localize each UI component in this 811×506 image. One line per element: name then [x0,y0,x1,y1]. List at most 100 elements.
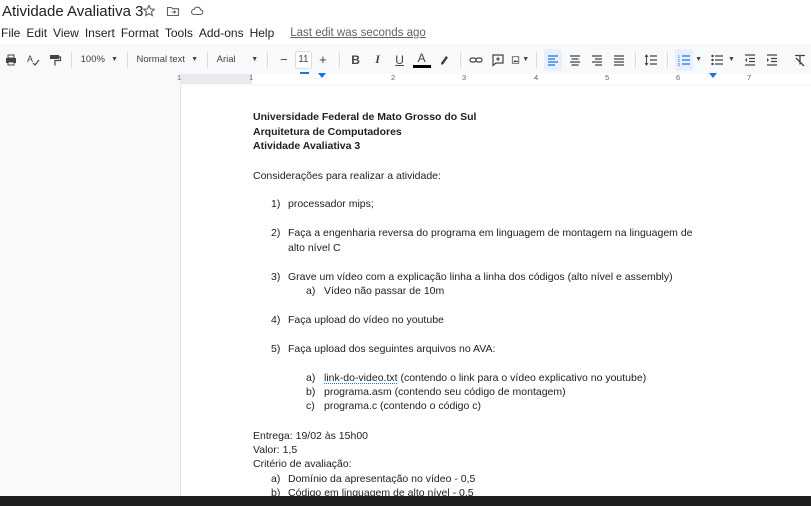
decrease-indent-icon[interactable] [741,49,759,71]
intro-text: Considerações para realizar a atividade: [253,170,441,182]
toolbar-divider [667,51,669,68]
title-icons [142,4,204,18]
underline-button[interactable]: U [391,49,409,71]
comment-icon[interactable] [489,49,507,71]
ruler-left-margin [180,74,252,84]
criteria-title: Critério de avaliação: [253,458,352,470]
document-canvas[interactable]: Universidade Federal de Mato Grosso do S… [0,86,811,496]
title-bar: Atividade Avaliativa 3 [0,0,811,22]
sublist-item-text: (contendo o link para o vídeo explicativ… [397,372,647,384]
toolbar-divider [338,51,340,68]
star-icon[interactable] [142,4,156,18]
ruler-number: 6 [676,73,681,82]
value-text: Valor: 1,5 [253,444,298,456]
criteria-letter: a) [271,473,281,485]
menu-addons[interactable]: Add-ons [199,26,250,40]
style-value: Normal text [136,54,186,65]
move-folder-icon[interactable] [166,4,180,18]
spellcheck-icon[interactable]: A [24,49,42,71]
list-item: Faça upload do vídeo no youtube [288,314,444,326]
sublist-letter: a) [306,372,316,384]
menu-file[interactable]: File [0,26,26,40]
chevron-down-icon[interactable]: ▼ [695,56,702,63]
increase-font-size-button[interactable]: + [314,49,332,71]
left-indent-marker[interactable] [318,73,326,78]
image-icon[interactable]: ▼ [511,49,529,71]
justify-button[interactable] [610,49,628,71]
sublist-item: link-do-video.txt (contendo o link para … [324,372,646,384]
chevron-down-icon: ▼ [251,56,259,63]
menu-format[interactable]: Format [121,26,165,40]
file-link[interactable]: link-do-video.txt [324,372,398,384]
toolbar-divider [126,51,128,68]
decrease-font-size-button[interactable]: − [275,49,293,71]
right-indent-marker[interactable] [709,73,717,78]
docs-window: Atividade Avaliativa 3 File Edit View In… [0,0,811,506]
style-select[interactable]: Normal text ▼ [133,49,203,71]
list-number: 5) [271,343,281,355]
list-number: 1) [271,198,281,210]
menu-edit[interactable]: Edit [26,26,53,40]
link-icon[interactable] [467,49,485,71]
svg-text:A: A [27,54,33,64]
text-color-button[interactable]: A [412,51,431,68]
chevron-down-icon: ▼ [110,56,118,63]
highlight-icon[interactable] [435,49,453,71]
menu-help[interactable]: Help [250,26,281,40]
header-course: Arquitetura de Computadores [253,126,402,138]
sublist-item: Vídeo não passar de 10m [324,285,445,297]
font-value: Arial [216,54,236,65]
align-left-button[interactable] [543,48,562,71]
toolbar-divider [459,51,461,68]
paint-format-icon[interactable] [46,49,64,71]
ruler-number: 1 [249,73,254,82]
clear-formatting-icon[interactable] [791,49,809,71]
ruler-number: 3 [462,73,467,82]
deadline-text: Entrega: 19/02 às 15h00 [253,430,369,442]
chevron-down-icon[interactable]: ▼ [728,56,735,63]
line-spacing-icon[interactable] [642,49,660,71]
ruler-number: 5 [605,73,610,82]
italic-button[interactable]: I [369,49,387,71]
sublist-item: programa.c (contendo o código c) [324,400,482,412]
list-item-continuation: alto nível C [288,242,341,254]
list-item: Faça a engenharia reversa do programa em… [288,227,693,239]
align-right-button[interactable] [588,49,606,71]
sublist-item: programa.asm (contendo seu código de mon… [324,386,566,398]
sublist-letter: a) [306,285,316,297]
menu-tools[interactable]: Tools [165,26,199,40]
taskbar-strip [0,496,811,506]
cloud-saved-icon[interactable] [190,4,204,18]
zoom-select[interactable]: 100% ▼ [77,49,122,71]
menu-insert[interactable]: Insert [85,26,121,40]
document-page[interactable]: Universidade Federal de Mato Grosso do S… [180,86,811,496]
list-item: Grave um vídeo com a explicação linha a … [288,271,673,283]
bold-button[interactable]: B [347,49,365,71]
first-line-indent-marker[interactable] [300,72,309,74]
print-icon[interactable] [2,49,20,71]
increase-indent-icon[interactable] [763,49,781,71]
toolbar-divider [71,51,72,68]
document-title[interactable]: Atividade Avaliativa 3 [2,3,143,20]
list-item: processador mips; [288,198,374,210]
numbered-list-button[interactable]: 123 [675,48,694,71]
zoom-value: 100% [80,54,105,65]
last-edit-link[interactable]: Last edit was seconds ago [290,27,426,39]
criteria-item: Domínio da apresentação no vídeo - 0,5 [288,473,476,485]
chevron-down-icon: ▼ [191,56,199,63]
sublist-letter: b) [306,386,316,398]
header-university: Universidade Federal de Mato Grosso do S… [253,111,477,123]
menu-view[interactable]: View [53,26,85,40]
font-select[interactable]: Arial ▼ [213,49,263,71]
ruler-number: 2 [391,73,396,82]
svg-text:3: 3 [678,62,681,67]
font-size-input[interactable]: 11 [294,50,312,69]
ruler[interactable]: 1 1 2 3 4 5 6 7 [0,72,811,86]
align-center-button[interactable] [566,49,584,71]
menu-bar: File Edit View Insert Format Tools Add-o… [0,22,811,44]
header-activity: Atividade Avaliativa 3 [253,140,361,152]
sublist-letter: c) [306,400,315,412]
criteria-letter: b) [271,487,281,496]
list-number: 2) [271,227,281,239]
bulleted-list-button[interactable] [708,49,726,71]
